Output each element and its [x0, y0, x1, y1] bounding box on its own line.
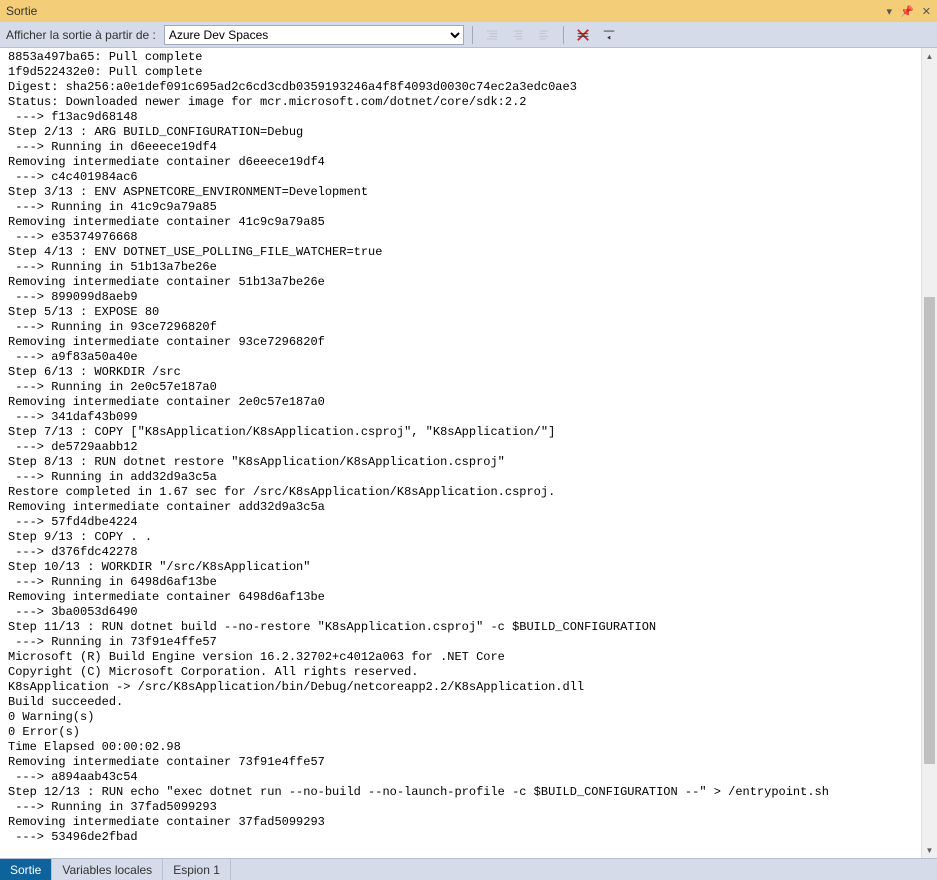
window-title: Sortie: [6, 4, 37, 18]
indent-nav-prev-icon: [511, 28, 525, 42]
toggle-word-wrap-button[interactable]: [598, 25, 620, 45]
pin-icon[interactable]: 📌: [900, 5, 914, 18]
tab-espion-1[interactable]: Espion 1: [163, 859, 231, 880]
toolbar: Afficher la sortie à partir de : Azure D…: [0, 22, 937, 48]
word-wrap-icon: [602, 28, 616, 42]
window-controls: ▾ 📌 ✕: [887, 5, 931, 18]
scroll-track[interactable]: [922, 64, 937, 842]
scroll-thumb[interactable]: [924, 297, 935, 764]
output-source-select[interactable]: Azure Dev Spaces: [164, 25, 464, 45]
tab-variables-locales[interactable]: Variables locales: [52, 859, 163, 880]
scroll-up-arrow[interactable]: ▲: [922, 48, 937, 64]
indent-left-button: [481, 25, 503, 45]
indent-nav-next-button: [533, 25, 555, 45]
clear-all-icon: [576, 28, 590, 42]
title-bar: Sortie ▾ 📌 ✕: [0, 0, 937, 22]
bottom-tabs: SortieVariables localesEspion 1: [0, 858, 937, 880]
output-content-wrap: 8853a497ba65: Pull complete 1f9d522432e0…: [0, 48, 937, 858]
clear-all-button[interactable]: [572, 25, 594, 45]
separator: [563, 26, 564, 44]
indent-left-icon: [485, 28, 499, 42]
output-text[interactable]: 8853a497ba65: Pull complete 1f9d522432e0…: [0, 48, 921, 858]
output-source-label: Afficher la sortie à partir de :: [6, 28, 156, 42]
dropdown-icon[interactable]: ▾: [887, 5, 893, 18]
separator: [472, 26, 473, 44]
scroll-down-arrow[interactable]: ▼: [922, 842, 937, 858]
tab-sortie[interactable]: Sortie: [0, 859, 52, 880]
close-icon[interactable]: ✕: [922, 5, 931, 18]
vertical-scrollbar[interactable]: ▲ ▼: [921, 48, 937, 858]
indent-nav-prev-button: [507, 25, 529, 45]
indent-nav-next-icon: [537, 28, 551, 42]
